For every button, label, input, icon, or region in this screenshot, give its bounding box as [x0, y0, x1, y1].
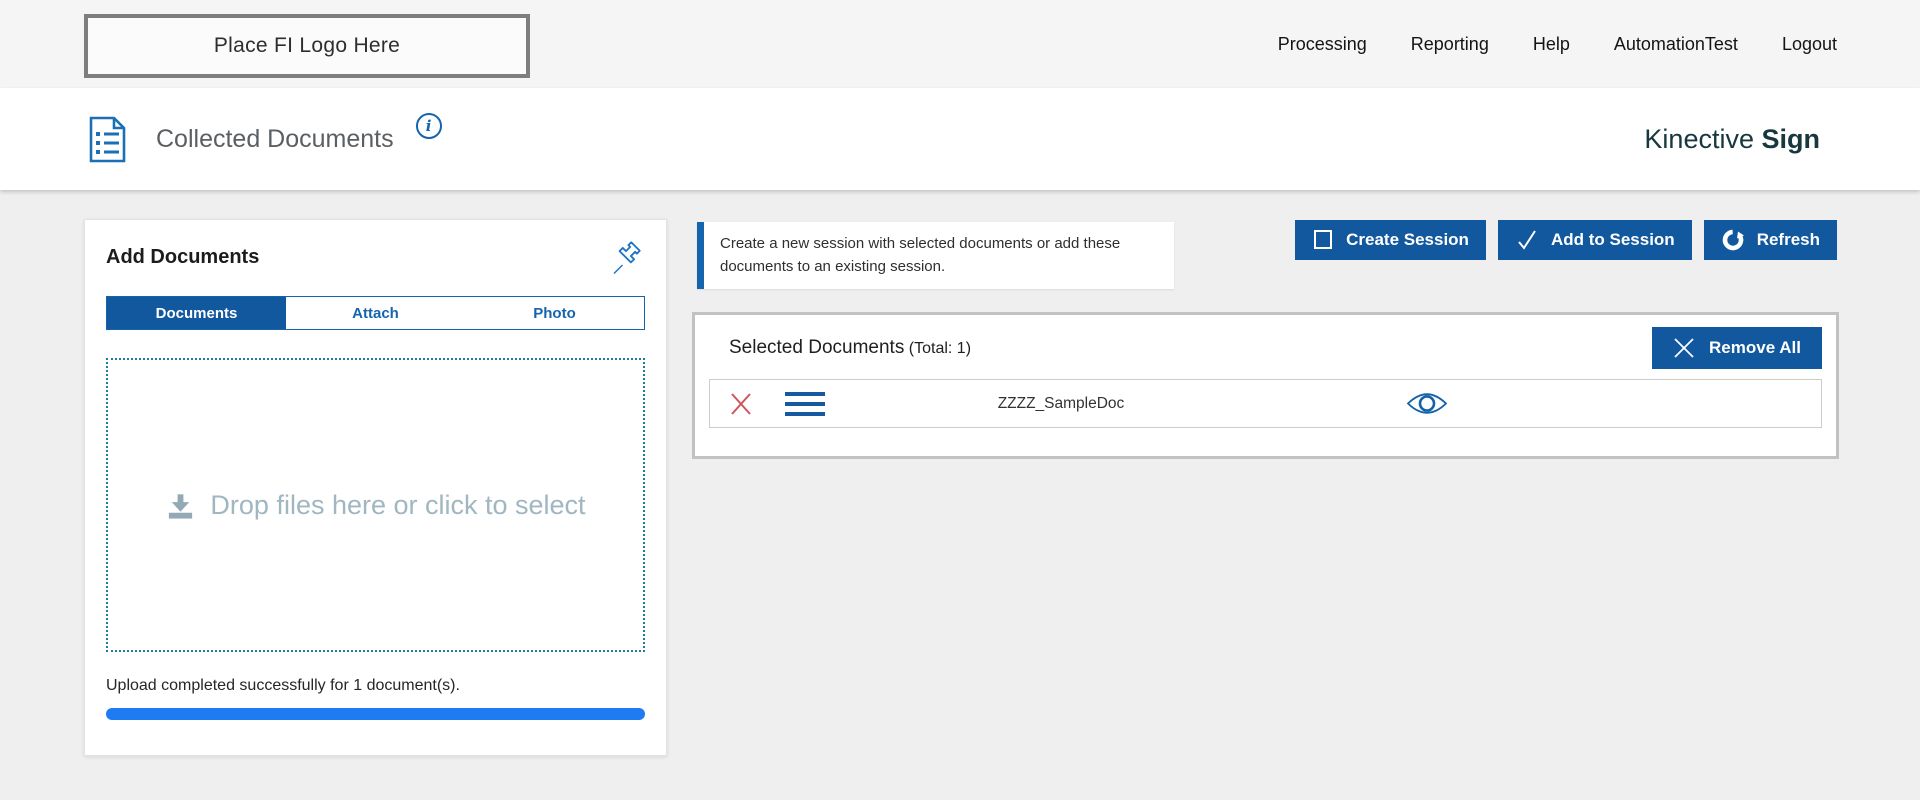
download-icon [165, 489, 196, 521]
add-documents-card: Add Documents Documents Attach Photo [84, 219, 667, 756]
upload-status-text: Upload completed successfully for 1 docu… [106, 677, 645, 695]
create-session-button[interactable]: Create Session [1295, 220, 1486, 260]
refresh-button[interactable]: Refresh [1704, 220, 1837, 260]
checkmark-icon [1515, 228, 1539, 252]
preview-eye-icon[interactable] [1297, 390, 1557, 417]
page-title: Collected Documents [156, 125, 394, 154]
add-to-session-label: Add to Session [1551, 230, 1675, 250]
add-documents-title: Add Documents [106, 240, 259, 269]
add-to-session-button[interactable]: Add to Session [1498, 220, 1692, 260]
tab-photo[interactable]: Photo [465, 297, 644, 329]
dropzone-label: Drop files here or click to select [210, 490, 585, 521]
pin-icon[interactable] [609, 240, 645, 276]
nav-help[interactable]: Help [1533, 34, 1570, 55]
tab-attach[interactable]: Attach [286, 297, 465, 329]
document-list-icon [86, 116, 128, 163]
session-actions: Create Session Add to Session Refresh [1295, 220, 1837, 260]
nav-automationtest[interactable]: AutomationTest [1614, 34, 1738, 55]
document-row: ZZZZ_SampleDoc [709, 379, 1822, 428]
nav-logout[interactable]: Logout [1782, 34, 1837, 55]
file-dropzone[interactable]: Drop files here or click to select [106, 358, 645, 652]
tab-documents[interactable]: Documents [107, 297, 286, 329]
selected-documents-panel: Selected Documents (Total: 1) Remove All [692, 312, 1839, 459]
nav-reporting[interactable]: Reporting [1411, 34, 1489, 55]
remove-document-icon[interactable] [729, 392, 753, 416]
refresh-label: Refresh [1757, 230, 1820, 250]
selected-documents-total: (Total: 1) [909, 340, 971, 357]
info-icon[interactable]: i [416, 113, 442, 139]
remove-all-button[interactable]: Remove All [1652, 327, 1822, 369]
drag-handle-icon[interactable] [785, 392, 825, 416]
brand-name: Kinective [1644, 124, 1754, 154]
add-documents-tabs: Documents Attach Photo [106, 296, 645, 330]
selected-documents-title: Selected Documents [729, 337, 904, 358]
top-bar: Place FI Logo Here Processing Reporting … [0, 0, 1920, 88]
fi-logo-placeholder[interactable]: Place FI Logo Here [84, 14, 530, 78]
create-session-label: Create Session [1346, 230, 1469, 250]
document-name: ZZZZ_SampleDoc [825, 395, 1297, 413]
progress-bar-fill [106, 708, 645, 720]
brand-logo: Kinective Sign [1644, 124, 1820, 155]
nav-processing[interactable]: Processing [1278, 34, 1367, 55]
refresh-icon [1721, 228, 1745, 252]
main-content: Add Documents Documents Attach Photo [0, 190, 1920, 800]
close-icon [1673, 337, 1695, 359]
square-checkbox-icon [1312, 229, 1334, 251]
upload-progress-bar [106, 708, 645, 720]
session-note: Create a new session with selected docum… [697, 222, 1174, 289]
brand-product: Sign [1762, 124, 1821, 154]
page-header: Collected Documents i Kinective Sign [0, 88, 1920, 190]
remove-all-label: Remove All [1709, 338, 1801, 358]
top-nav: Processing Reporting Help AutomationTest… [1278, 0, 1837, 88]
